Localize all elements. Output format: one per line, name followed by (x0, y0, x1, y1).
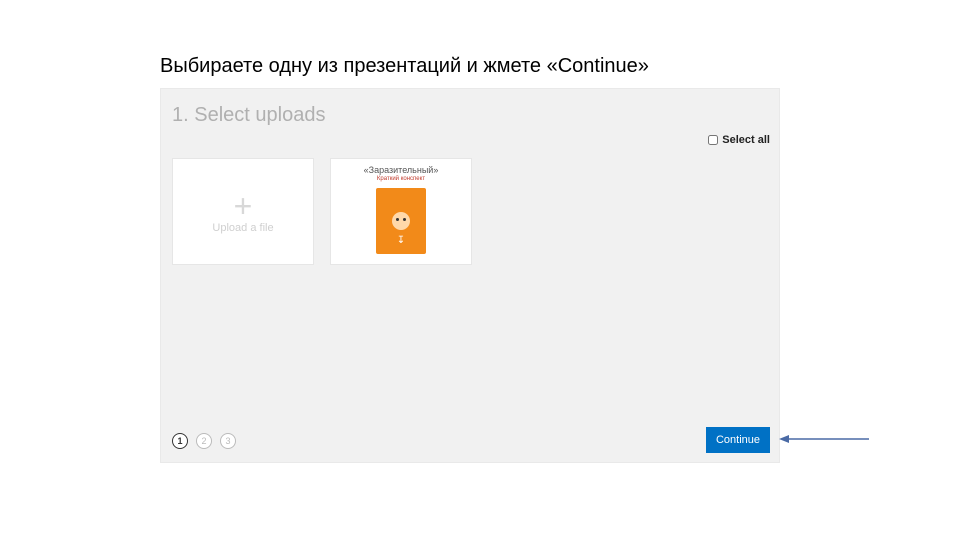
step-indicator: 1 2 3 (172, 433, 236, 449)
presentation-subtitle: Краткий конспект (377, 176, 425, 182)
instruction-text: Выбираете одну из презентаций и жмете «C… (160, 55, 649, 78)
select-all-label: Select all (722, 134, 770, 146)
step-dot-1[interactable]: 1 (172, 433, 188, 449)
step-heading: 1. Select uploads (172, 104, 325, 127)
uploads-row: + Upload a file «Заразительный» Краткий … (172, 158, 472, 265)
upload-file-label: Upload a file (212, 222, 273, 234)
select-all-checkbox[interactable] (708, 135, 718, 145)
plus-icon: + (234, 190, 253, 222)
book-icon: ↧ (376, 188, 426, 254)
step-dot-3[interactable]: 3 (220, 433, 236, 449)
presentation-title: «Заразительный» (364, 165, 439, 175)
upload-file-tile[interactable]: + Upload a file (172, 158, 314, 265)
book-arrow-icon: ↧ (397, 235, 405, 246)
select-all-control[interactable]: Select all (708, 134, 770, 146)
step-dot-2[interactable]: 2 (196, 433, 212, 449)
presentation-tile[interactable]: «Заразительный» Краткий конспект ↧ (330, 158, 472, 265)
upload-panel: 1. Select uploads Select all + Upload a … (160, 88, 780, 463)
annotation-arrow-icon (779, 433, 869, 445)
continue-button[interactable]: Continue (706, 427, 770, 453)
book-face-icon (392, 212, 410, 230)
